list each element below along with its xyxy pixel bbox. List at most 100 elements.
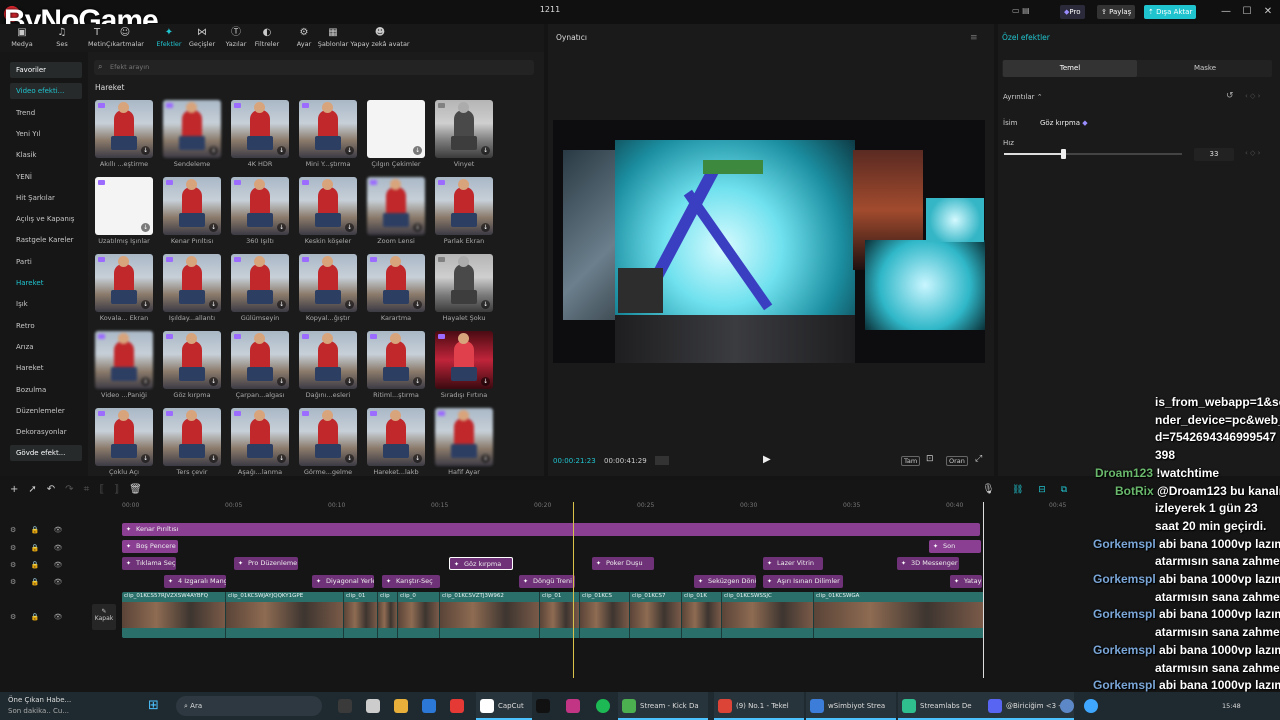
effect-thumbnail[interactable]: ↓ [367,100,425,158]
taskbar-app[interactable]: wSimbiyot Strea [806,692,896,720]
download-icon[interactable]: ↓ [345,377,354,386]
pro-button[interactable]: ◆Pro [1060,5,1085,19]
taskbar-pinned-icon[interactable] [338,692,356,720]
tool-1[interactable]: ♫ Ses [43,26,81,48]
effect-clip[interactable]: Döngü Treni [519,575,575,588]
fit-button[interactable]: Tam [901,456,921,466]
tool-10[interactable]: ☻ Yapay zekâ avatar [350,26,410,48]
tool-9[interactable]: ▦ Şablonlar [314,26,352,48]
download-icon[interactable]: ↓ [481,300,490,309]
redo-icon[interactable]: ↷ [65,484,83,495]
video-preview[interactable] [553,120,985,363]
nav-item-17[interactable]: Dekorasyonlar [10,424,82,440]
effects-search-input[interactable]: Efekt arayın [94,60,534,75]
effect-clip[interactable]: Karıştır-Seç [382,575,440,588]
download-icon[interactable]: ↓ [141,223,150,232]
download-icon[interactable]: ↓ [481,223,490,232]
play-button[interactable]: ▶ [763,454,771,465]
nav-item-7[interactable]: Açılış ve Kapanış [10,211,82,227]
share-button[interactable]: ⇪ Paylaş [1097,5,1136,19]
download-icon[interactable]: ↓ [277,377,286,386]
taskbar-pinned-icon[interactable] [536,692,554,720]
download-icon[interactable]: ↓ [277,223,286,232]
effect-clip[interactable]: Boş Pencere [122,540,178,553]
download-icon[interactable]: ↓ [277,454,286,463]
effect-clip[interactable]: Seküzgen Dönü [694,575,756,588]
effect-thumbnail[interactable]: ↓ [367,331,425,389]
export-button[interactable]: ⇡ Dışa Aktar [1144,5,1197,19]
add-icon[interactable]: + [10,484,28,495]
download-icon[interactable]: ↓ [209,146,218,155]
track-controls[interactable]: ⚙ 🔒 👁 [10,526,68,534]
effect-thumbnail[interactable]: ↓ [95,177,153,235]
pointer-icon[interactable]: ➚ [28,484,46,495]
effect-thumbnail[interactable]: ↓ [435,331,493,389]
effect-clip[interactable]: Göz kırpma [449,557,513,570]
nav-item-1[interactable]: Video efekti... [10,83,82,100]
download-icon[interactable]: ↓ [209,454,218,463]
taskbar-app[interactable]: CapCut [476,692,532,720]
taskbar-pinned-icon[interactable] [566,692,584,720]
video-clip[interactable]: clip_01KCS57RJVZXSW4AYBFQ [122,592,226,638]
nav-item-14[interactable]: Hareket [10,360,82,376]
taskbar-pinned-icon[interactable] [596,692,614,720]
nav-item-13[interactable]: Arıza [10,339,82,355]
news-widget[interactable]: Öne Çıkan Habe... Son dakika.. Cu... [8,692,71,720]
track-controls[interactable]: ⚙ 🔒 👁 [10,578,68,586]
video-clip[interactable]: clip_01KCS7 [630,592,682,638]
timeline-tools[interactable]: +➚↶↷⌗⟦⟧🗑 [10,484,152,495]
download-icon[interactable]: ↓ [413,300,422,309]
effect-clip[interactable]: Poker Duşu [592,557,654,570]
effect-thumbnail[interactable]: ↓ [163,331,221,389]
effect-thumbnail[interactable]: ↓ [299,408,357,466]
taskbar-app[interactable]: (9) No.1 - Tekel [714,692,804,720]
nav-item-6[interactable]: Hit Şarkılar [10,190,82,206]
download-icon[interactable]: ↓ [345,146,354,155]
download-icon[interactable]: ↓ [209,223,218,232]
effect-clip[interactable]: Son [929,540,981,553]
split-left-icon[interactable]: ⟦ [99,484,114,495]
nav-item-18[interactable]: Gövde efekt... [10,445,82,462]
effect-thumbnail[interactable]: ↓ [163,254,221,312]
download-icon[interactable]: ↓ [481,377,490,386]
playhead[interactable] [573,502,574,678]
taskbar-pinned-icon[interactable] [422,692,440,720]
video-clip[interactable]: clip [378,592,398,638]
nav-item-15[interactable]: Bozulma [10,382,82,398]
download-icon[interactable]: ↓ [345,223,354,232]
taskbar-app[interactable]: Streamlabs De [898,692,988,720]
speed-keyframe-icon[interactable]: ‹ ◇ › [1245,149,1260,157]
taskbar-search[interactable]: ⌕ Ara [176,696,322,716]
fullscreen-icon[interactable]: ⤢ [975,454,982,464]
effect-thumbnail[interactable]: ↓ [95,254,153,312]
tab-basic[interactable]: Temel [1003,60,1137,77]
video-clip[interactable]: clip_01KCSWJAYJQQKY1GPE [226,592,344,638]
minimize-icon[interactable]: — [1218,4,1234,20]
effect-clip[interactable]: 3D Messenger [897,557,959,570]
nav-item-4[interactable]: Klasik [10,147,82,163]
effect-clip[interactable]: Yatay [950,575,982,588]
effect-clip[interactable]: Pro Düzenleme [234,557,298,570]
effect-clip[interactable]: Aşırı Isınan Dilimler [763,575,843,588]
effect-thumbnail[interactable]: ↓ [95,331,153,389]
effect-clip[interactable]: 4 Izgaralı Mang [164,575,226,588]
screenshot-icon[interactable]: ⊡ [926,454,934,464]
download-icon[interactable]: ↓ [413,377,422,386]
close-icon[interactable]: ✕ [1260,4,1276,20]
nav-item-10[interactable]: Hareket [10,275,82,291]
effect-thumbnail[interactable]: ↓ [95,100,153,158]
effect-thumbnail[interactable]: ↓ [231,100,289,158]
speed-slider[interactable] [1004,149,1182,159]
download-icon[interactable]: ↓ [345,300,354,309]
nav-item-11[interactable]: Işık [10,296,82,312]
download-icon[interactable]: ↓ [413,454,422,463]
download-icon[interactable]: ↓ [345,454,354,463]
nav-item-9[interactable]: Parti [10,254,82,270]
timeline-link-icons[interactable]: ⛓ ⊟ ⧉ [1012,485,1073,495]
taskbar-pinned-icon[interactable] [450,692,468,720]
details-label[interactable]: Ayrıntılar ⌃ [1003,93,1043,101]
nav-item-3[interactable]: Yeni Yıl [10,126,82,142]
delete-icon[interactable]: 🗑 [129,484,152,495]
speed-input[interactable]: 33 [1194,148,1234,161]
undo-icon[interactable]: ↶ [47,484,65,495]
